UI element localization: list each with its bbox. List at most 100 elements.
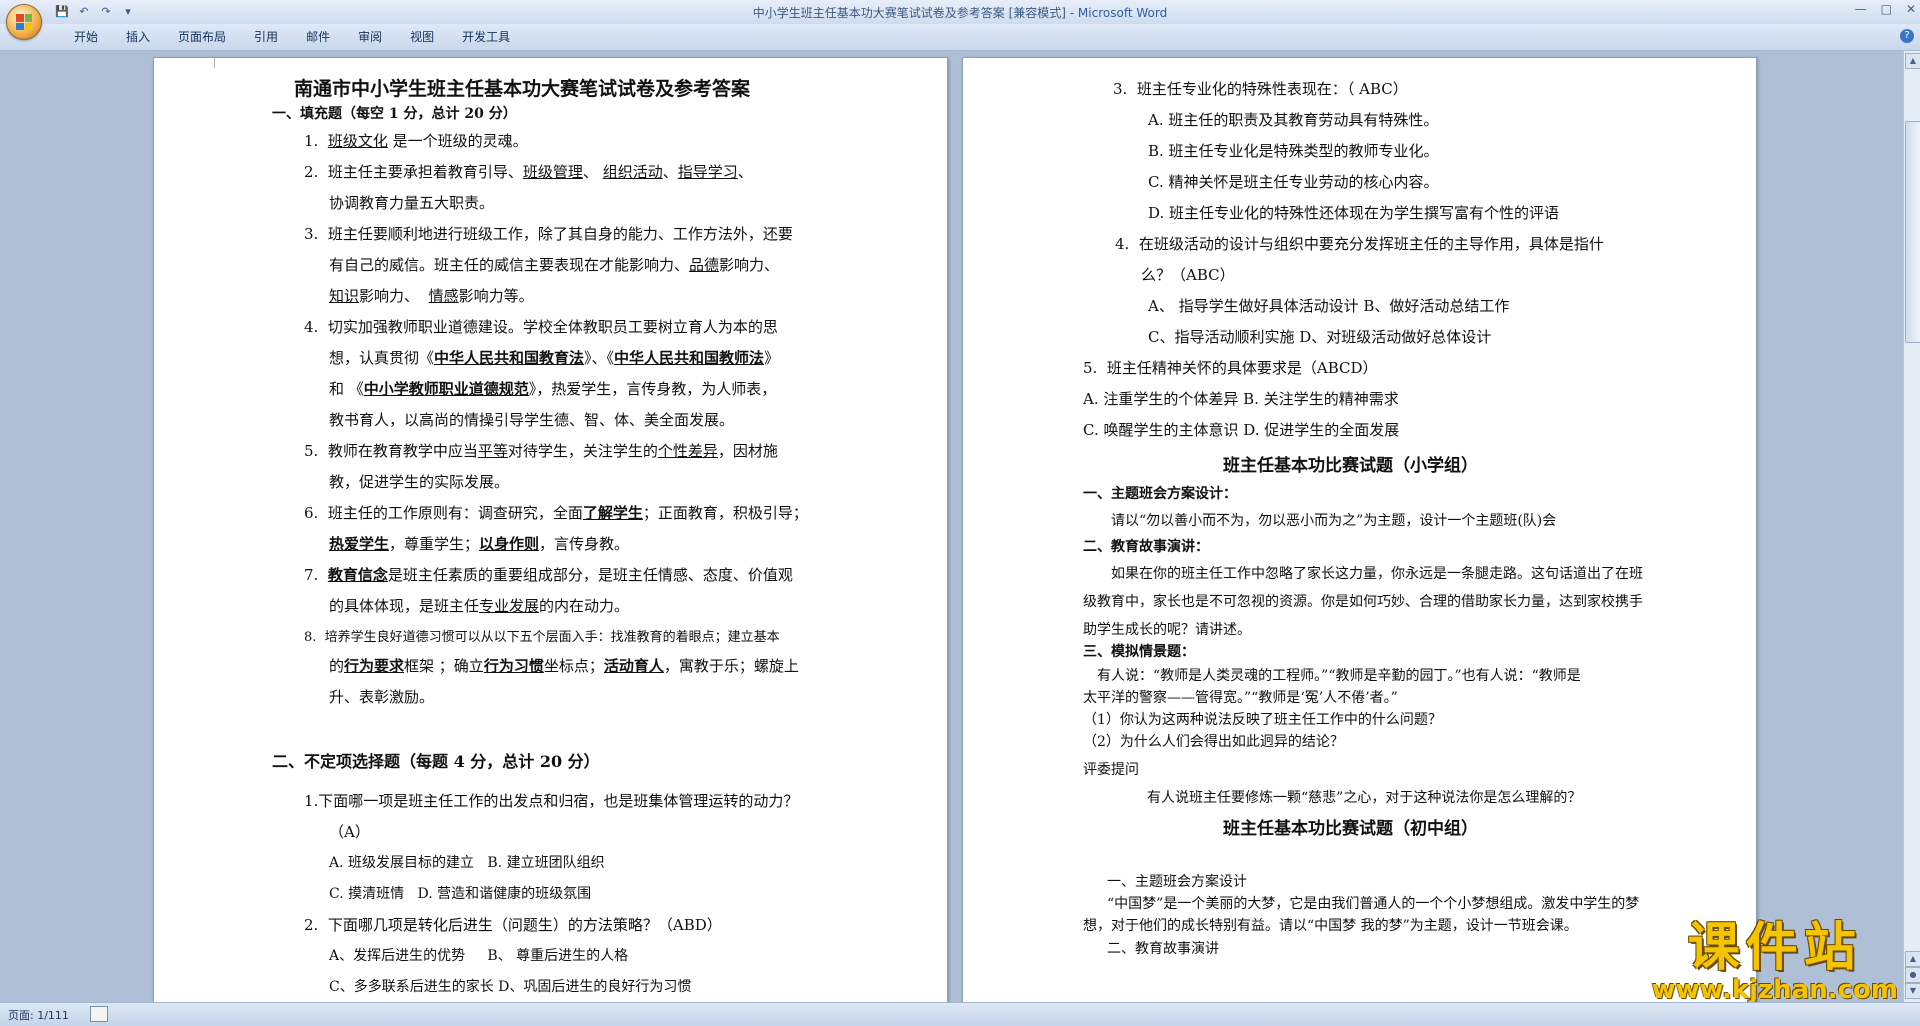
q6-blank-3: 以身作则 xyxy=(479,535,540,553)
scroll-up-icon[interactable]: ▲ xyxy=(1905,53,1920,69)
watermark-title: 课件站 xyxy=(1687,918,1862,978)
q3-num: 3. xyxy=(304,225,319,243)
judge-question-label: 评委提问 xyxy=(1083,762,1139,778)
q5-text-c: ，因材施 xyxy=(717,442,778,460)
q6-line2: 热爱学生，尊重学生；以身作则，言传身教。 xyxy=(329,533,629,554)
section-2-heading: 二、不定项选择题（每题 4 分，总计 20 分） xyxy=(272,752,600,771)
q6-text-c: ，尊重学生； xyxy=(389,535,480,553)
middle-section-2-heading: 二、教育故事演讲 xyxy=(1107,941,1219,957)
q2-line1: 2. 班主任主要承担着教育引导、班级管理、 组织活动、指导学习、 xyxy=(304,161,753,182)
q8-text-2a: 的 xyxy=(329,657,345,675)
q6-blank-2: 热爱学生 xyxy=(329,535,390,553)
q2-text-a: 班主任主要承担着教育引导、 xyxy=(327,163,523,181)
q3-text-3a: 影响力、 xyxy=(359,287,420,305)
mc4-question-line2: 么？（ABC） xyxy=(1141,266,1235,284)
minimize-button[interactable]: — xyxy=(1855,2,1867,16)
tab-references[interactable]: 引用 xyxy=(240,29,292,45)
middle-section-1-line2: 想，对于他们的成长特别有益。请以“中国梦 我的梦”为主题，设计一节班会课。 xyxy=(1083,918,1578,934)
document-area[interactable]: 南通市中小学生班主任基本功大赛笔试试卷及参考答案 一、填充题（每空 1 分，总计… xyxy=(0,51,1904,1002)
proofing-icon[interactable] xyxy=(90,1006,108,1022)
page-count[interactable]: 页面: 1/111 xyxy=(8,1007,69,1023)
q4-text-3a: 和 《 xyxy=(329,380,364,398)
page-1[interactable]: 南通市中小学生班主任基本功大赛笔试试卷及参考答案 一、填充题（每空 1 分，总计… xyxy=(153,57,948,1002)
q2-blank-1: 班级管理 xyxy=(522,163,583,181)
primary-section-3-heading: 三、模拟情景题： xyxy=(1083,644,1195,660)
tab-developer[interactable]: 开发工具 xyxy=(448,29,524,45)
q4-text-2b: 》、《 xyxy=(584,349,615,367)
tab-review[interactable]: 审阅 xyxy=(344,29,396,45)
q3-line1: 3. 班主任要顺利地进行班级工作，除了其自身的能力、工作方法外，还要 xyxy=(304,223,793,244)
q6-text-d: ，言传身教。 xyxy=(539,535,630,553)
q3-blank-2: 知识 xyxy=(329,287,360,305)
mc2-text: 下面哪几项是转化后进生（问题生）的方法策略？（ABD） xyxy=(327,916,722,934)
primary-section-2-line3: 助学生成长的呢？请讲述。 xyxy=(1083,622,1251,638)
primary-section-3-line1: 有人说：“教师是人类灵魂的工程师。”“教师是辛勤的园丁。”也有人说：“教师是 xyxy=(1097,668,1581,684)
watermark-url: www.kjzhan.com xyxy=(1651,975,1898,1005)
tab-home[interactable]: 开始 xyxy=(60,29,112,45)
mc5-options-cd: C. 唤醒学生的主体意识 D. 促进学生的全面发展 xyxy=(1083,421,1400,439)
q8-num: 8. xyxy=(304,630,317,645)
primary-section-3-line2: 太平洋的警察——管得宽。”“教师是‘冤’人不倦’者。” xyxy=(1083,690,1398,706)
page-2[interactable]: 3. 班主任专业化的特殊性表现在：（ ABC） A. 班主任的职责及其教育劳动具… xyxy=(962,57,1757,1002)
q4-line4: 教书育人，以高尚的情操引导学生德、智、体、美全面发展。 xyxy=(329,411,735,429)
next-page-icon[interactable]: ▼ xyxy=(1905,983,1920,999)
q3-line3: 知识影响力、 情感影响力等。 xyxy=(329,285,534,306)
tab-page-layout[interactable]: 页面布局 xyxy=(164,29,240,45)
mc2-num: 2. xyxy=(304,916,319,934)
q2-text-c: 、 xyxy=(737,163,753,181)
q4-line2: 想，认真贯彻《中华人民共和国教育法》、《中华人民共和国教师法》 xyxy=(329,347,779,368)
mc1-option-c: C. 摸清班情 xyxy=(329,886,405,902)
mc2-question: 2. 下面哪几项是转化后进生（问题生）的方法策略？（ABD） xyxy=(304,914,722,935)
mc1-option-a: A. 班级发展目标的建立 xyxy=(329,855,475,871)
section-1-heading: 一、填充题（每空 1 分，总计 20 分） xyxy=(272,106,517,122)
q6-num: 6. xyxy=(304,504,319,522)
q1-blank: 班级文化 xyxy=(327,132,388,150)
mc5-question: 5. 班主任精神关怀的具体要求是（ABCD） xyxy=(1083,357,1378,378)
mc3-option-a: A. 班主任的职责及其教育劳动具有特殊性。 xyxy=(1148,111,1439,129)
document-heading: 南通市中小学生班主任基本功大赛笔试试卷及参考答案 xyxy=(294,78,751,100)
q4-blank-1: 中华人民共和国教育法 xyxy=(434,349,585,367)
primary-section-2-line2: 级教育中，家长也是不可忽视的资源。你是如何巧妙、合理的借助家长力量，达到家校携手 xyxy=(1083,594,1643,610)
q7-text-a: 是班主任素质的重要组成部分，是班主任情感、态度、价值观 xyxy=(387,566,793,584)
q2-line2: 协调教育力量五大职责。 xyxy=(329,194,495,212)
mc3-option-b: B. 班主任专业化是特殊类型的教师专业化。 xyxy=(1148,142,1439,160)
mc1-options-ab: A. 班级发展目标的建立 B. 建立班团队组织 xyxy=(329,852,605,872)
q1: 1. 班级文化 是一个班级的灵魂。 xyxy=(304,130,528,151)
browse-object-icon[interactable]: ● xyxy=(1905,967,1920,983)
mc3-option-c: C. 精神关怀是班主任专业劳动的核心内容。 xyxy=(1148,173,1439,191)
mc3-option-d: D. 班主任专业化的特殊性还体现在为学生撰写富有个性的评语 xyxy=(1148,204,1560,222)
primary-section-3-q1: （1）你认为这两种说法反映了班主任工作中的什么问题？ xyxy=(1083,712,1442,728)
mc5-num: 5. xyxy=(1083,359,1098,377)
ribbon: 开始 插入 页面布局 引用 邮件 审阅 视图 开发工具 ? xyxy=(0,24,1920,51)
tab-view[interactable]: 视图 xyxy=(396,29,448,45)
maximize-button[interactable]: □ xyxy=(1881,2,1892,16)
q8-blank-1: 行为要求 xyxy=(344,657,405,675)
tab-insert[interactable]: 插入 xyxy=(112,29,164,45)
close-button[interactable]: ✕ xyxy=(1906,2,1916,16)
q8-text-2b: 框架 ；确立 xyxy=(404,657,484,675)
q4-blank-2: 中华人民共和国教师法 xyxy=(614,349,765,367)
office-button[interactable] xyxy=(6,4,42,40)
q8-text-2d: ，寓教于乐；螺旋上 xyxy=(663,657,799,675)
mc1-option-d: D. 营造和谐健康的班级氛围 xyxy=(417,886,592,902)
status-bar: 页面: 1/111 xyxy=(0,1002,1920,1026)
primary-section-1-heading: 一、主题班会方案设计： xyxy=(1083,486,1237,502)
help-icon[interactable]: ? xyxy=(1900,29,1914,43)
q5-line2: 教，促进学生的实际发展。 xyxy=(329,473,510,491)
q4-blank-3: 中小学教师职业道德规范 xyxy=(363,380,529,398)
q8-line2: 的行为要求框架 ；确立行为习惯坐标点；活动育人，寓教于乐；螺旋上 xyxy=(329,655,799,676)
previous-page-icon[interactable]: ▲ xyxy=(1905,951,1920,967)
tab-mailings[interactable]: 邮件 xyxy=(292,29,344,45)
q8-line3: 升、表彰激励。 xyxy=(329,688,435,706)
q1-num: 1. xyxy=(304,132,319,150)
q4-text-1: 切实加强教师职业道德建设。学校全体教职员工要树立育人为本的思 xyxy=(327,318,778,336)
q8-text-1: 培养学生良好道德习惯可以从以下五个层面入手：找准教育的着眼点；建立基本 xyxy=(324,630,780,645)
judge-question: 有人说班主任要修炼一颗“慈悲”之心，对于这种说法你是怎么理解的？ xyxy=(1147,790,1582,806)
primary-section-2-line1: 如果在你的班主任工作中忽略了家长这力量，你永远是一条腿走路。这句话道出了在班 xyxy=(1111,566,1643,582)
mc5-options-ab: A. 注重学生的个体差异 B. 关注学生的精神需求 xyxy=(1083,390,1399,408)
q7-num: 7. xyxy=(304,566,319,584)
scroll-thumb[interactable] xyxy=(1905,121,1920,343)
vertical-scrollbar[interactable]: ▲ ▲ ● ▼ xyxy=(1903,51,1920,1002)
app-name: Microsoft Word xyxy=(1077,6,1168,20)
mc2-options-cd: C、多多联系后进生的家长 D、巩固后进生的良好行为习惯 xyxy=(329,979,692,995)
